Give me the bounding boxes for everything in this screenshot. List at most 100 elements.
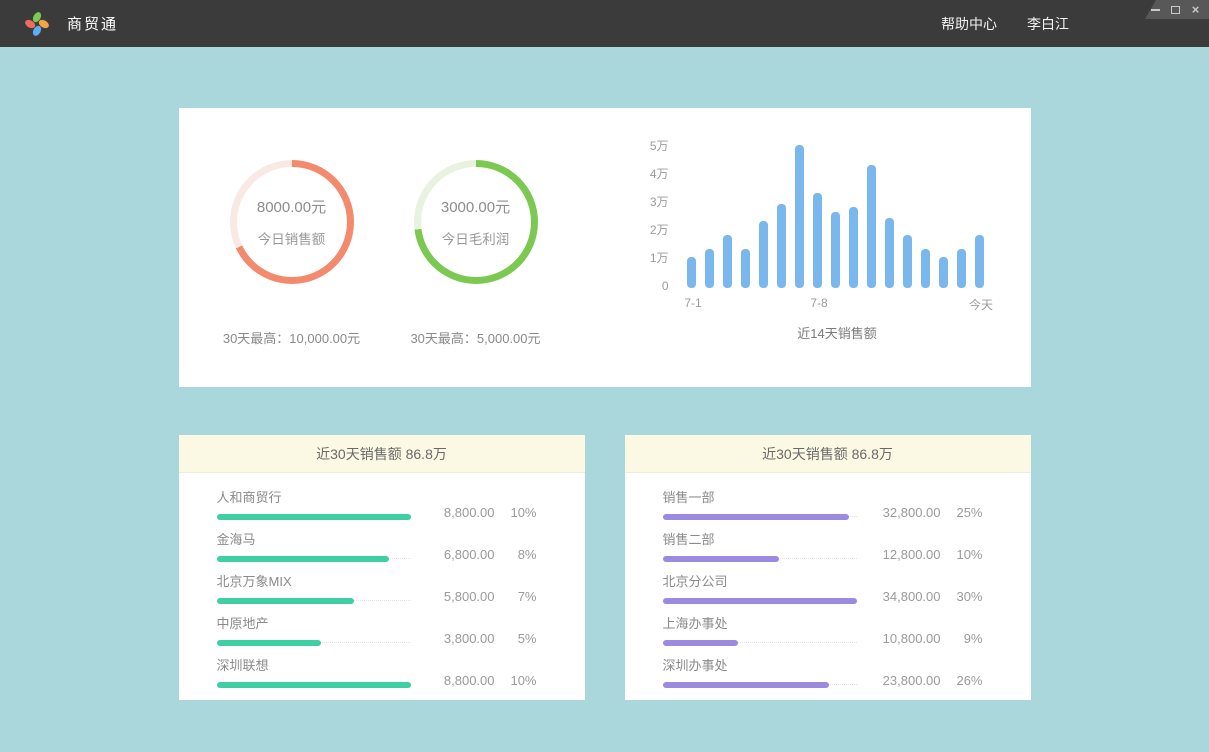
sales-bar [741, 249, 750, 288]
rank-percent: 25% [941, 505, 983, 520]
y-axis-tick: 5万 [650, 139, 669, 153]
sales-bar [759, 221, 768, 288]
rank-item-name: 北京万象MIX [217, 571, 411, 590]
rank-bar-track [217, 682, 411, 688]
x-axis-tick: 今天 [969, 296, 993, 313]
sales-bar [939, 257, 948, 288]
user-menu[interactable]: 李白江 [1027, 14, 1069, 34]
rank-item-name: 深圳联想 [217, 655, 411, 674]
rank-item-name: 深圳办事处 [663, 655, 857, 674]
rank-card-title: 近30天销售额 86.8万 [625, 435, 1031, 473]
rank-bar-track [217, 598, 411, 604]
sales-bar [795, 145, 804, 288]
rank-row: 销售二部 12,800.00 10% [663, 529, 983, 562]
rank-row: 销售一部 32,800.00 25% [663, 487, 983, 520]
x-axis-tick: 7-1 [684, 296, 701, 310]
rank-amount: 8,800.00 [429, 673, 495, 688]
sales-bar [957, 249, 966, 288]
rank-item-name: 销售二部 [663, 529, 857, 548]
rank-bar [663, 640, 739, 646]
rank-amount: 5,800.00 [429, 589, 495, 604]
rank-item-name: 人和商贸行 [217, 487, 411, 506]
sales-bar [777, 204, 786, 288]
chart-title: 近14天销售额 [689, 323, 986, 342]
today-sales-donut-block: 8000.00元 今日销售额 30天最高：10,000.00元 [217, 108, 367, 387]
titlebar-menu: 帮助中心 李白江 [941, 14, 1069, 34]
sales-bar [885, 218, 894, 288]
rank-item-name: 金海马 [217, 529, 411, 548]
rank-amount: 12,800.00 [875, 547, 941, 562]
rank-percent: 8% [495, 547, 537, 562]
y-axis-tick: 0 [662, 279, 669, 293]
rank-row: 深圳办事处 23,800.00 26% [663, 655, 983, 688]
rank-row: 人和商贸行 8,800.00 10% [217, 487, 537, 520]
sales-bar [687, 257, 696, 288]
rank-row: 北京万象MIX 5,800.00 7% [217, 571, 537, 604]
rank-cards-row: 近30天销售额 86.8万 人和商贸行 8,800.00 10% 金海马 6,8… [179, 435, 1031, 752]
rank-bar [663, 514, 849, 520]
rank-item-name: 销售一部 [663, 487, 857, 506]
rank-bar-track [217, 640, 411, 646]
rank-bar [217, 514, 411, 520]
rank-bar [663, 598, 857, 604]
rank-bar-track [663, 682, 857, 688]
rank-row: 深圳联想 8,800.00 10% [217, 655, 537, 688]
window-controls: × [1145, 0, 1209, 19]
today-profit-footnote: 30天最高：5,000.00元 [410, 328, 540, 347]
sales-bar [903, 235, 912, 288]
rank-percent: 5% [495, 631, 537, 646]
maximize-icon[interactable] [1170, 4, 1181, 15]
rank-percent: 9% [941, 631, 983, 646]
customer-rank-card: 近30天销售额 86.8万 人和商贸行 8,800.00 10% 金海马 6,8… [179, 435, 585, 700]
rank-item-name: 中原地产 [217, 613, 411, 632]
minimize-icon[interactable] [1150, 4, 1161, 15]
rank-bar [663, 556, 779, 562]
today-sales-footnote: 30天最高：10,000.00元 [223, 328, 360, 347]
rank-bar [663, 682, 830, 688]
y-axis-tick: 2万 [650, 223, 669, 237]
sales-bar [705, 249, 714, 288]
today-sales-donut: 8000.00元 今日销售额 [230, 160, 354, 284]
rank-percent: 30% [941, 589, 983, 604]
y-axis-tick: 1万 [650, 251, 669, 265]
rank-bar-track [663, 556, 857, 562]
rank-percent: 26% [941, 673, 983, 688]
x-axis-tick: 7-8 [810, 296, 827, 310]
rank-row: 北京分公司 34,800.00 30% [663, 571, 983, 604]
rank-amount: 34,800.00 [875, 589, 941, 604]
rank-bar-track [663, 640, 857, 646]
rank-item-name: 北京分公司 [663, 571, 857, 590]
rank-bar [217, 598, 355, 604]
sales-bar [723, 235, 732, 288]
dashboard: 8000.00元 今日销售额 30天最高：10,000.00元 3000.00元… [179, 108, 1031, 752]
sales-bar [867, 165, 876, 288]
rank-bar [217, 556, 390, 562]
close-icon[interactable]: × [1190, 4, 1201, 15]
rank-amount: 32,800.00 [875, 505, 941, 520]
today-profit-donut-block: 3000.00元 今日毛利润 30天最高：5,000.00元 [401, 108, 551, 387]
rank-row: 金海马 6,800.00 8% [217, 529, 537, 562]
rank-amount: 23,800.00 [875, 673, 941, 688]
rank-percent: 10% [495, 505, 537, 520]
today-sales-value: 8000.00元 [257, 196, 326, 217]
sales-bar [921, 249, 930, 288]
help-center-link[interactable]: 帮助中心 [941, 14, 997, 34]
today-profit-caption: 今日毛利润 [442, 228, 510, 248]
titlebar: 商贸通 帮助中心 李白江 × [0, 0, 1209, 47]
y-axis-tick: 4万 [650, 167, 669, 181]
sales-bar [831, 212, 840, 288]
rank-bar-track [663, 514, 857, 520]
rank-bar-track [217, 556, 411, 562]
sales-bar [813, 193, 822, 288]
today-sales-caption: 今日销售额 [258, 228, 326, 248]
x-axis: 7-17-8今天 [689, 288, 986, 310]
summary-card: 8000.00元 今日销售额 30天最高：10,000.00元 3000.00元… [179, 108, 1031, 387]
rank-amount: 3,800.00 [429, 631, 495, 646]
rank-amount: 6,800.00 [429, 547, 495, 562]
rank-bar [217, 640, 322, 646]
app-logo-pinwheel-icon [24, 11, 50, 37]
y-axis: 5万4万3万2万1万0 [641, 140, 669, 288]
today-profit-donut: 3000.00元 今日毛利润 [414, 160, 538, 284]
sales-bar [849, 207, 858, 288]
rank-row: 上海办事处 10,800.00 9% [663, 613, 983, 646]
